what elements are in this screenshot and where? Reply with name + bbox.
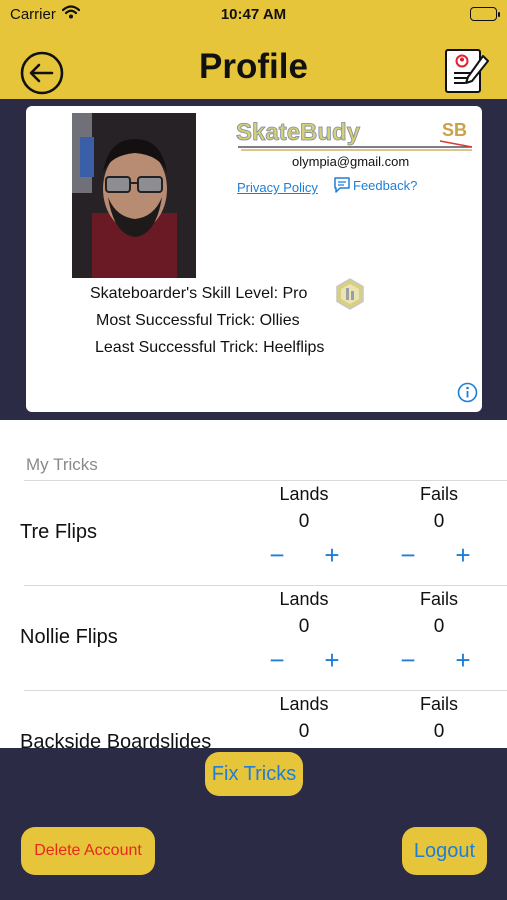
fails-count: 0 [433,616,445,637]
lands-count: 0 [298,721,310,742]
fails-label: Fails [419,484,458,504]
fails-decrement-button[interactable]: − [393,646,423,674]
trick-name: Tre Flips [20,521,98,543]
lands-label: Lands [279,589,329,609]
lands-count: 0 [298,511,310,532]
profile-card: SkateBudy SB olympia@gmail.com Privacy P… [26,106,482,412]
skatebudy-logo: SkateBudy SB [236,117,476,157]
lands-decrement-button[interactable]: − [262,646,292,674]
lands-decrement-button[interactable]: − [262,541,292,569]
my-tricks-header: My Tricks [26,455,98,474]
trick-row: Nollie Flips Lands Fails 0 0 − + − + [20,585,507,690]
bottom-bar: Fix Tricks Delete Account Logout [0,748,507,900]
logo-mark: SB [442,120,467,140]
lands-label: Lands [279,694,329,714]
trick-name: Nollie Flips [20,626,118,648]
most-successful-trick-text: Most Successful Trick: Ollies [96,312,300,329]
fails-increment-button[interactable]: + [448,541,478,569]
feedback-label: Feedback? [353,177,418,193]
lands-increment-button[interactable]: + [317,541,347,569]
feedback-link[interactable]: Feedback? [333,176,417,194]
chat-bubble-icon [334,177,350,193]
lands-label: Lands [279,484,329,504]
fails-label: Fails [419,694,458,714]
battery-icon [470,7,500,21]
trick-row: Tre Flips Lands Fails 0 0 − + − + [20,480,507,585]
profile-photo[interactable] [72,113,196,278]
info-icon [457,382,478,403]
resume-button[interactable] [441,46,491,96]
status-bar: Carrier 10:47 AM [0,0,507,30]
fix-tricks-button[interactable]: Fix Tricks [205,752,303,796]
tricks-list[interactable]: My Tricks Tre Flips Lands Fails 0 0 − + … [0,420,507,748]
logo-text: SkateBudy [236,119,361,146]
lands-increment-button[interactable]: + [317,646,347,674]
least-successful-trick-text: Least Successful Trick: Heelflips [95,339,325,356]
email-text: olympia@gmail.com [292,154,410,169]
trick-name: Backside Boardslides [20,731,212,748]
fails-increment-button[interactable]: + [448,646,478,674]
trick-row: Backside Boardslides Lands Fails 0 0 − +… [20,690,507,748]
info-button[interactable] [457,382,478,403]
privacy-policy-link[interactable]: Privacy Policy [237,180,318,195]
delete-account-button[interactable]: Delete Account [21,827,155,875]
fails-decrement-button[interactable]: − [393,541,423,569]
pro-badge-icon [335,278,365,310]
resume-edit-icon [445,49,489,93]
lands-count: 0 [298,616,310,637]
fails-count: 0 [433,721,445,742]
fails-count: 0 [433,511,445,532]
logout-button[interactable]: Logout [402,827,487,875]
skill-level-text: Skateboarder's Skill Level: Pro [90,285,308,302]
nav-bar: Profile [0,30,507,99]
fails-label: Fails [419,589,458,609]
status-time: 10:47 AM [220,6,287,23]
page-title: Profile [199,47,308,86]
